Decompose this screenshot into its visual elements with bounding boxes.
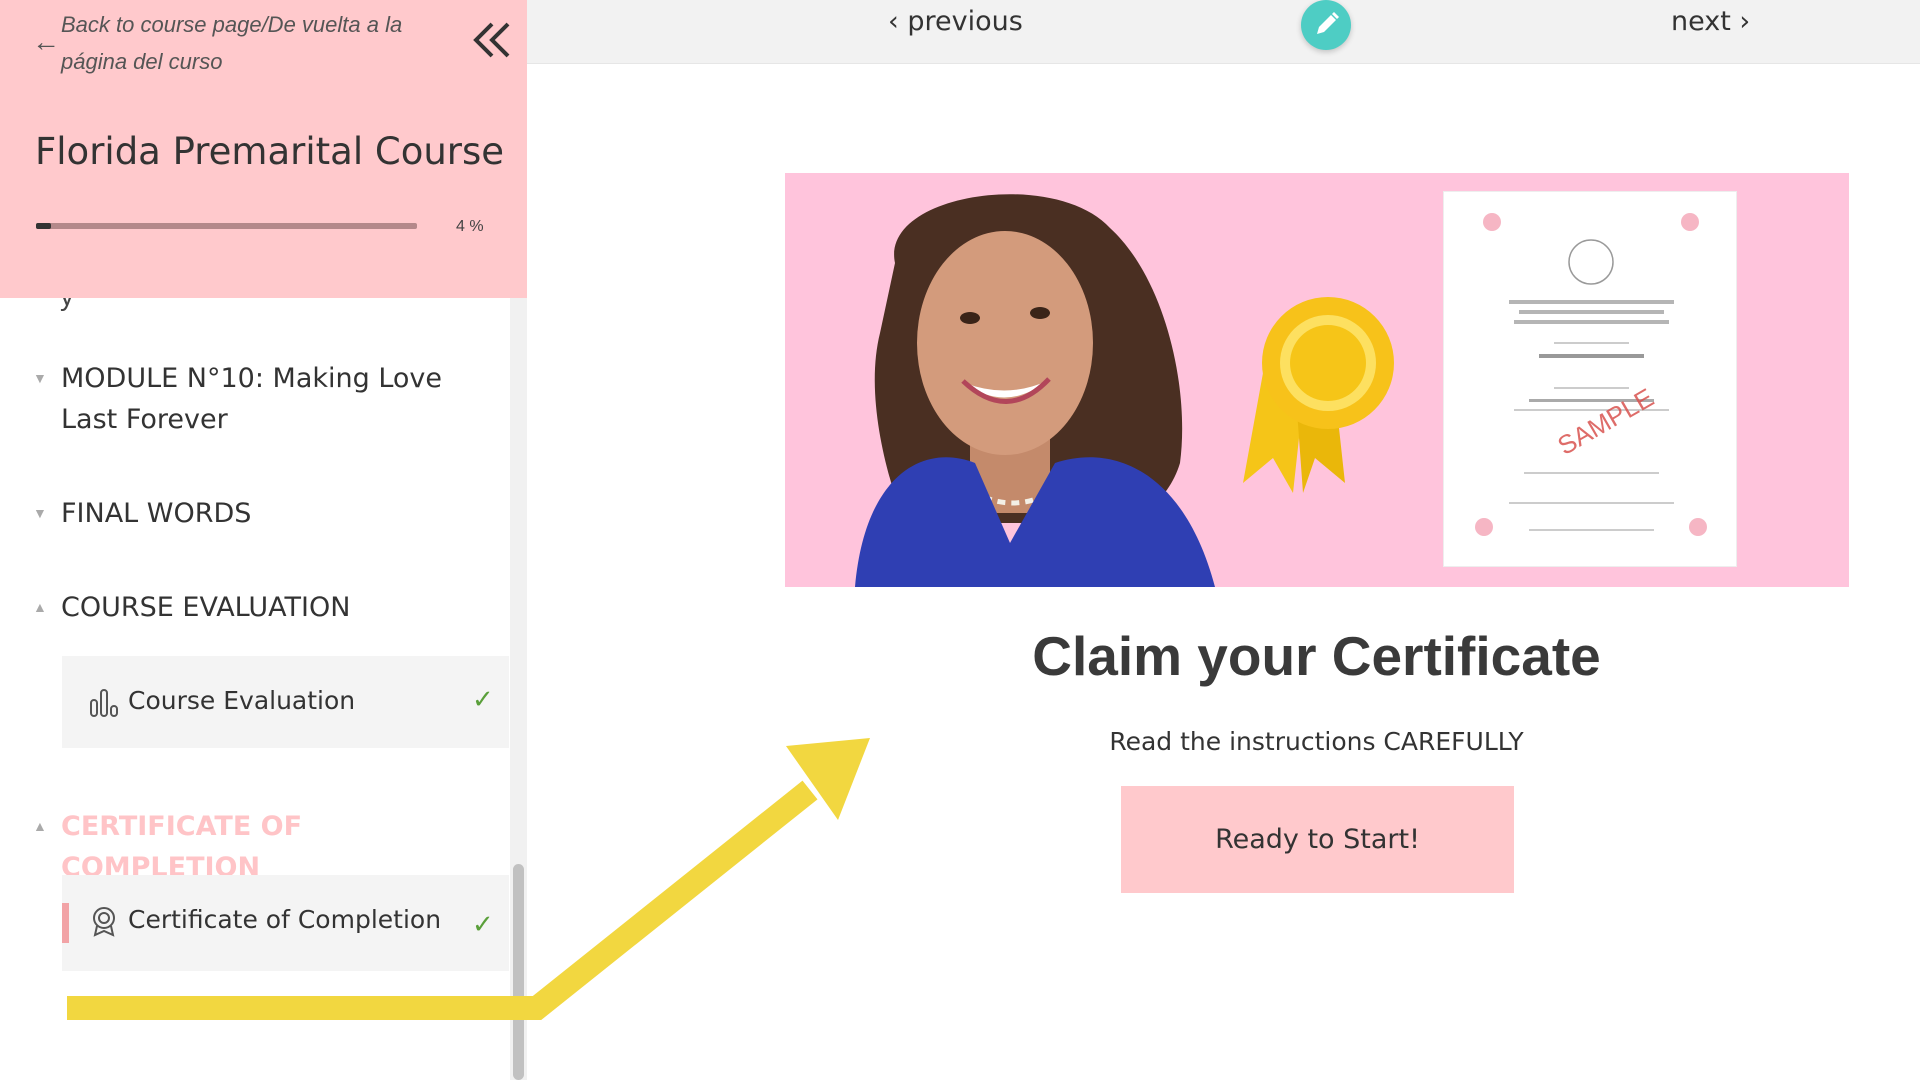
module-label: MODULE N°10: Making Love Last Forever <box>61 363 443 435</box>
sidebar-scrollbar[interactable] <box>510 298 527 1080</box>
edit-button[interactable] <box>1301 0 1351 50</box>
progress-bar <box>36 223 417 229</box>
page-title: Claim your Certificate <box>1032 625 1601 687</box>
module-label: FINAL WORDS <box>61 498 252 529</box>
course-title: Florida Premarital Course <box>35 130 505 173</box>
check-icon: ✓ <box>472 684 494 714</box>
course-sidebar: ← Back to course page/De vuelta a la pág… <box>0 0 527 1080</box>
lesson-item-certificate[interactable]: Certificate of Completion ✓ <box>62 875 509 971</box>
certificate-graphic: SAMPLE <box>1475 213 1707 536</box>
course-outline: y ▼ MODULE N°10: Making Love Last Foreve… <box>0 298 510 1080</box>
caret-up-icon: ▲ <box>33 818 47 834</box>
cut-off-text: y <box>60 298 74 312</box>
caret-down-icon: ▼ <box>33 370 47 386</box>
caret-up-icon: ▲ <box>33 599 47 615</box>
next-link[interactable]: next › <box>1671 6 1750 37</box>
lesson-label: Certificate of Completion <box>128 905 442 934</box>
active-lesson-indicator <box>62 903 69 943</box>
certificate-banner-image: SAMPLE <box>785 173 1849 587</box>
start-button-label: Ready to Start! <box>1215 824 1420 855</box>
progress-percent: 4 % <box>456 218 484 235</box>
bar-chart-icon <box>90 689 118 717</box>
lesson-label: Course Evaluation <box>128 686 356 715</box>
back-arrow-icon[interactable]: ← <box>32 22 60 62</box>
lesson-nav-bar: ‹ previous next › <box>527 0 1920 64</box>
ready-to-start-button[interactable]: Ready to Start! <box>1121 786 1514 893</box>
certificate-sample: SAMPLE <box>1443 191 1737 567</box>
module-item-certificate[interactable]: ▲ CERTIFICATE OF COMPLETION <box>0 806 510 883</box>
progress-bar-fill <box>36 223 52 229</box>
caret-down-icon: ▼ <box>33 505 47 521</box>
instructions-text: Read the instructions CAREFULLY <box>1109 727 1524 756</box>
sample-stamp: SAMPLE <box>1552 382 1658 461</box>
module-item-10[interactable]: ▼ MODULE N°10: Making Love Last Forever <box>0 358 510 448</box>
pencil-icon <box>1317 12 1339 34</box>
previous-link[interactable]: ‹ previous <box>888 6 1023 37</box>
module-item-final-words[interactable]: ▼ FINAL WORDS <box>0 493 510 537</box>
scrollbar-thumb[interactable] <box>513 864 524 1080</box>
module-label: COURSE EVALUATION <box>61 592 351 623</box>
back-to-course-link[interactable]: Back to course page/De vuelta a la págin… <box>61 6 421 80</box>
check-icon: ✓ <box>472 909 494 939</box>
lesson-page: ← Back to course page/De vuelta a la pág… <box>0 0 1920 1080</box>
collapse-sidebar-icon[interactable] <box>470 18 516 62</box>
award-icon <box>93 907 115 937</box>
sidebar-header: ← Back to course page/De vuelta a la pág… <box>0 0 527 298</box>
